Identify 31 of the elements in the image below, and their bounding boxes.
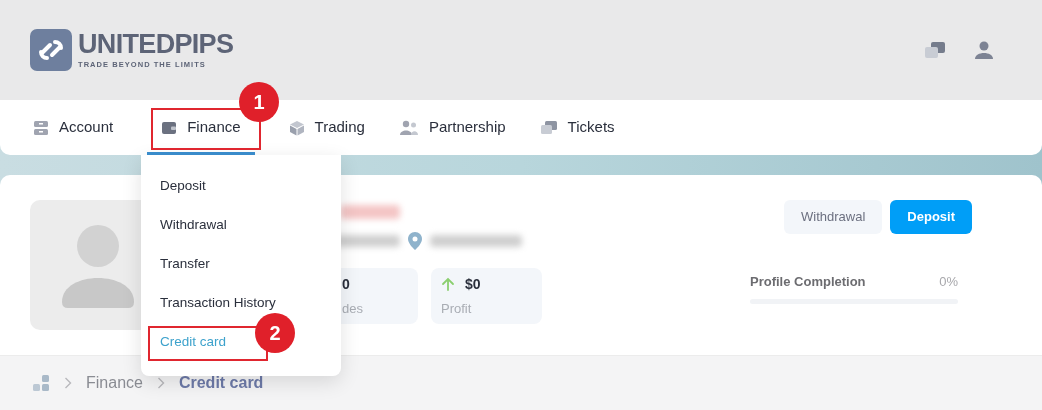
stat-value: 0 [342, 274, 350, 294]
breadcrumb-item: Credit card [178, 373, 264, 393]
people-icon [398, 119, 419, 136]
stat-label: des [342, 299, 364, 318]
user-icon[interactable] [974, 40, 994, 60]
brand-name: UNITEDPIPS [78, 31, 234, 59]
stat-value: $0 [465, 274, 481, 294]
chevron-right-icon [64, 377, 72, 389]
menu-item[interactable]: Transaction History [160, 293, 276, 314]
grid-icon [33, 374, 50, 392]
completion-reading: 0% [939, 273, 958, 291]
nav-tab[interactable]: Partnership [398, 100, 506, 155]
wallet-icon [161, 119, 178, 136]
menu-item[interactable]: Deposit [160, 176, 206, 197]
arrow-up-icon [441, 277, 455, 292]
completion-label: Profile Completion [750, 273, 866, 291]
stat-label: Profit [441, 299, 473, 318]
nav-tab[interactable]: Tickets [539, 100, 615, 155]
chat-icon [539, 119, 558, 136]
menu-item[interactable]: Transfer [160, 254, 210, 275]
location-pin-icon [408, 232, 422, 250]
secondary-button[interactable]: Withdrawal [784, 200, 883, 234]
cube-icon [288, 119, 305, 136]
chevron-right-icon [156, 377, 165, 389]
chat-icon[interactable] [924, 41, 946, 59]
drawer-icon [33, 119, 49, 136]
nav-tab[interactable]: Trading [288, 100, 365, 155]
menu-item[interactable]: Withdrawal [160, 215, 227, 236]
redacted-name [340, 205, 400, 219]
logo-icon [30, 29, 72, 71]
nav-tab[interactable]: Account [33, 100, 114, 155]
